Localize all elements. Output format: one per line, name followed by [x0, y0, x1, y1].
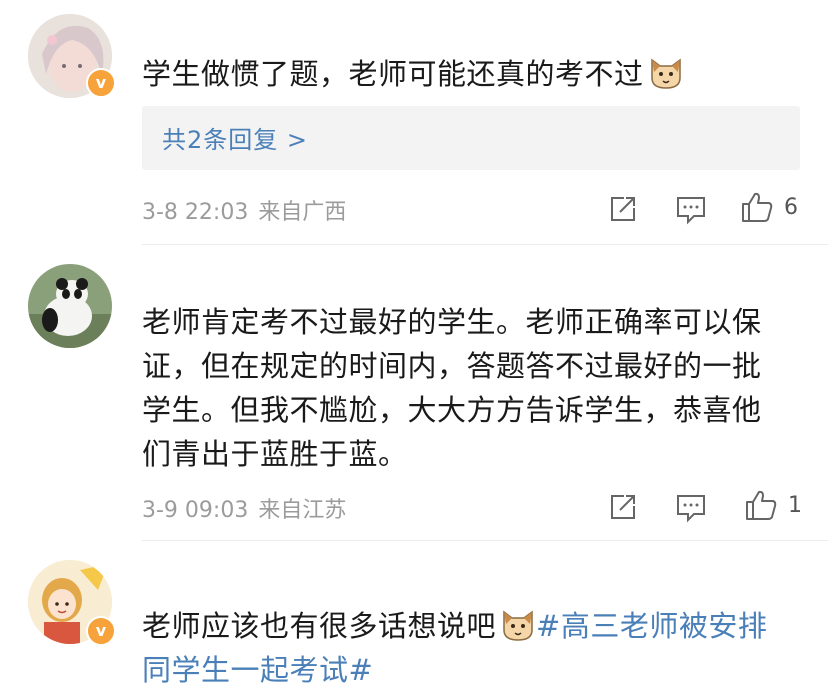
comment-text-line: 老师应该也有很多话想说吧 #高三老师被安排 — [142, 604, 792, 648]
thumbs-up-icon[interactable] — [744, 488, 778, 522]
comment-time: 3-8 22:03 — [142, 200, 249, 225]
comment-text: 老师应该也有很多话想说吧 #高三老师被安排 同学生一起考试# — [142, 604, 792, 692]
divider — [142, 540, 828, 541]
hashtag-link[interactable]: #高三老师被安排 — [536, 609, 767, 643]
comment-text: 学生做惯了题，老师可能还真的考不过 — [142, 52, 792, 96]
comment-text-line: 们青出于蓝胜于蓝。 — [142, 437, 408, 471]
share-icon[interactable] — [606, 192, 640, 226]
like-count: 6 — [784, 195, 798, 220]
comment-time: 3-9 09:03 — [142, 498, 249, 523]
comment-text-line: 老师肯定考不过最好的学生。老师正确率可以保 — [142, 305, 762, 339]
comment-item: v 学生做惯了题，老师可能还真的考不过 共2条回复 > 3-8 22:03 来自广… — [0, 0, 828, 250]
cat-emoji-icon — [650, 58, 681, 89]
comment-icon[interactable] — [674, 490, 708, 524]
comment-item: v 老师应该也有很多话想说吧 #高三老师被安排 同学生一起考试# — [0, 546, 828, 696]
verified-badge-icon: v — [86, 616, 116, 646]
comment-icon[interactable] — [674, 192, 708, 226]
divider — [142, 244, 828, 245]
comment-location: 来自江苏 — [258, 498, 347, 523]
like-count: 1 — [788, 493, 802, 518]
hashtag-link[interactable]: 同学生一起考试# — [142, 648, 792, 692]
comment-text: 老师肯定考不过最好的学生。老师正确率可以保 证，但在规定的时间内，答题答不过最好… — [142, 300, 792, 476]
comment-text-line: 学生。但我不尴尬，大大方方告诉学生，恭喜他 — [142, 393, 762, 427]
comment-meta: 3-9 09:03 来自江苏 — [142, 492, 346, 524]
replies-link[interactable]: 共2条回复 > — [142, 106, 800, 170]
comment-text-line: 证，但在规定的时间内，答题答不过最好的一批 — [142, 349, 762, 383]
avatar[interactable] — [28, 264, 112, 348]
replies-label[interactable]: 共2条回复 > — [162, 120, 308, 155]
comment-item: 老师肯定考不过最好的学生。老师正确率可以保 证，但在规定的时间内，答题答不过最好… — [0, 250, 828, 540]
avatar-panda-image — [28, 264, 112, 348]
share-icon[interactable] — [606, 490, 640, 524]
cat-emoji-icon — [503, 610, 533, 641]
thumbs-up-icon[interactable] — [740, 190, 774, 224]
verified-badge-icon: v — [86, 68, 116, 98]
comment-meta: 3-8 22:03 来自广西 — [142, 194, 346, 226]
comment-location: 来自广西 — [258, 200, 347, 225]
